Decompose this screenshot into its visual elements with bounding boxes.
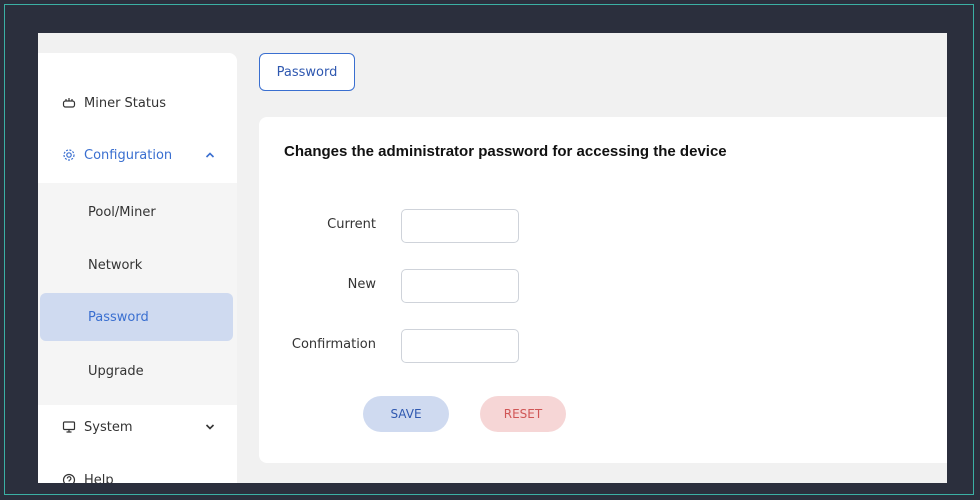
chevron-up-icon — [205, 150, 215, 160]
password-card: Changes the administrator password for a… — [259, 117, 947, 463]
sidebar-item-label: Configuration — [84, 147, 173, 163]
router-icon — [62, 96, 76, 110]
sidebar-item-system[interactable]: System — [38, 405, 237, 449]
reset-button[interactable]: RESET — [480, 396, 566, 432]
sidebar-subitem-network[interactable]: Network — [40, 241, 233, 289]
new-password-input[interactable] — [401, 269, 519, 303]
sidebar-subitem-password[interactable]: Password — [40, 293, 233, 341]
sidebar-subitem-pool-miner[interactable]: Pool/Miner — [40, 188, 233, 236]
chevron-down-icon — [205, 422, 215, 432]
sidebar-item-help[interactable]: Help — [38, 458, 237, 483]
gear-icon — [62, 148, 76, 162]
sidebar: Miner Status Configuration Pool/Miner Ne… — [38, 53, 237, 483]
card-title: Changes the administrator password for a… — [284, 143, 727, 160]
sidebar-item-miner-status[interactable]: Miner Status — [38, 81, 237, 125]
confirmation-password-label: Confirmation — [291, 337, 376, 352]
sidebar-item-configuration[interactable]: Configuration — [38, 133, 237, 177]
sidebar-item-label: System — [84, 419, 133, 435]
configuration-submenu: Pool/Miner Network Password Upgrade — [38, 183, 237, 405]
app-container: Miner Status Configuration Pool/Miner Ne… — [38, 33, 947, 483]
help-icon — [62, 473, 76, 483]
sidebar-item-label: Miner Status — [84, 95, 166, 111]
current-password-label: Current — [327, 217, 376, 232]
new-password-label: New — [347, 277, 376, 292]
current-password-input[interactable] — [401, 209, 519, 243]
sidebar-item-label: Help — [84, 472, 114, 484]
save-button[interactable]: SAVE — [363, 396, 449, 432]
monitor-icon — [62, 420, 76, 434]
sidebar-subitem-upgrade[interactable]: Upgrade — [40, 347, 233, 395]
tab-password[interactable]: Password — [259, 53, 355, 91]
confirmation-password-input[interactable] — [401, 329, 519, 363]
